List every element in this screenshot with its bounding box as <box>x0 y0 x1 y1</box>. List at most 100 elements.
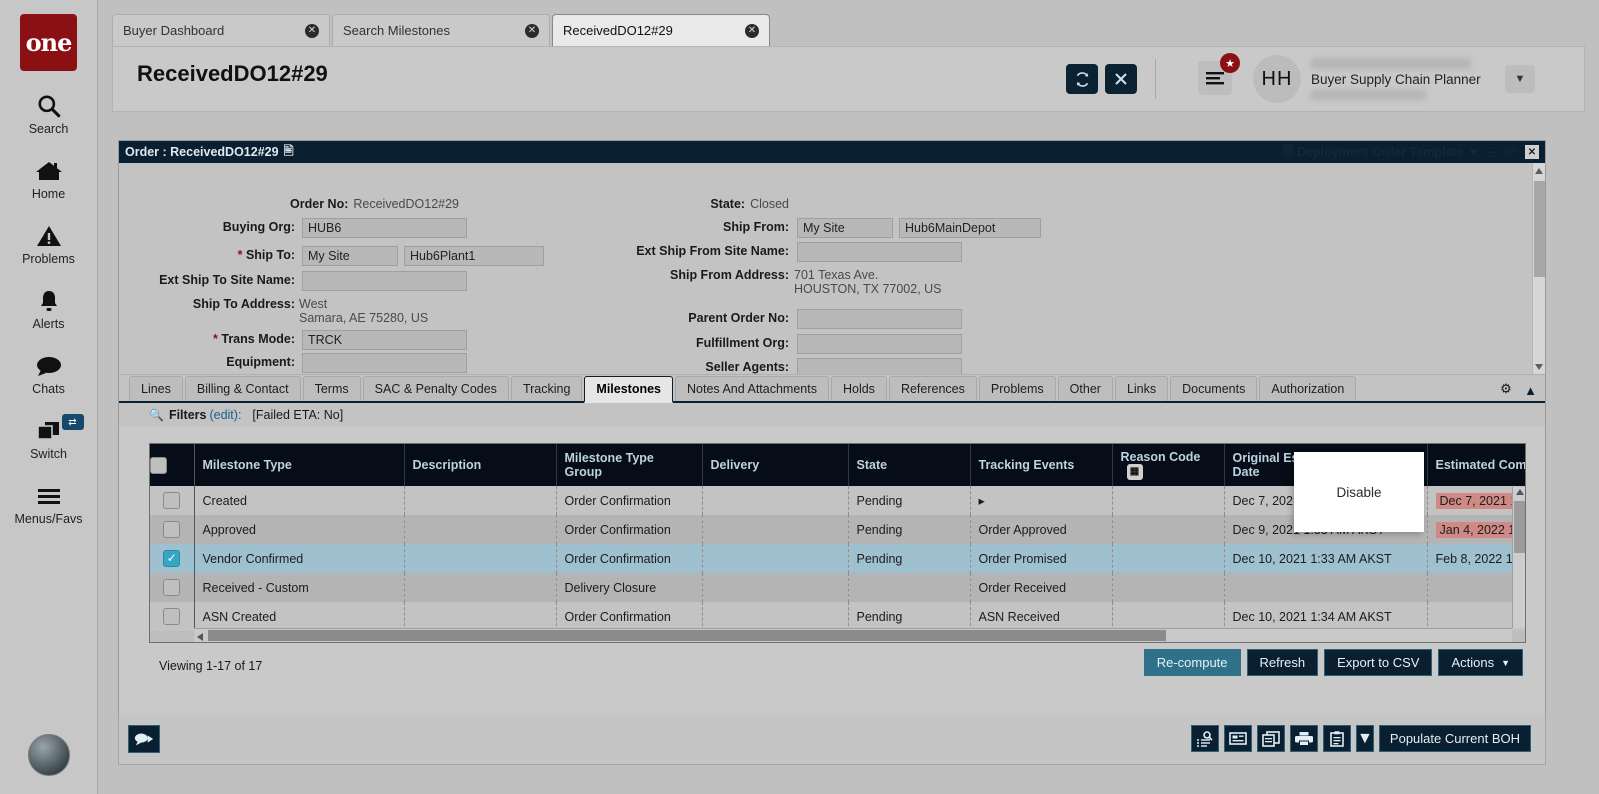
tab-milestones[interactable]: Milestones <box>584 376 673 403</box>
scroll-thumb[interactable] <box>1514 501 1525 553</box>
cell-milestone-type[interactable]: Approved <box>194 515 404 544</box>
scroll-left-icon[interactable] <box>197 633 203 641</box>
tab-references[interactable]: References <box>889 376 977 401</box>
export-to-csv-button[interactable]: Export to CSV <box>1324 649 1432 676</box>
browser-tab-receiveddo12-29[interactable]: ReceivedDO12#29 ✕ <box>552 14 770 46</box>
template-selector[interactable]: 🗎 Deployment Order Template ▼ <box>1283 142 1480 163</box>
tab-links[interactable]: Links <box>1115 376 1168 401</box>
ship-from-name-input[interactable]: Hub6MainDepot <box>899 218 1041 238</box>
user-menu-chevron-down-icon[interactable]: ▼ <box>1505 65 1535 93</box>
sidebar-item-switch[interactable]: ⇄ Switch <box>0 416 98 461</box>
col-milestone-type-group[interactable]: Milestone Type Group <box>556 444 702 486</box>
grid-horizontal-scrollbar[interactable] <box>194 628 1512 642</box>
cell-milestone-type[interactable]: Created <box>194 486 404 515</box>
hierarchy-icon[interactable]: ☷ <box>1486 145 1497 160</box>
tab-tracking[interactable]: Tracking <box>511 376 582 401</box>
sidebar-item-chats[interactable]: Chats <box>0 351 98 396</box>
trans-mode-input[interactable]: TRCK <box>302 330 467 350</box>
refresh-button[interactable]: Refresh <box>1247 649 1319 676</box>
re-compute-button[interactable]: Re-compute <box>1144 649 1241 676</box>
sidebar-item-alerts[interactable]: Alerts <box>0 286 98 331</box>
notes-icon[interactable] <box>1224 725 1252 752</box>
browser-tab-search-milestones[interactable]: Search Milestones ✕ <box>332 14 550 46</box>
eye-icon[interactable]: 👁 <box>1503 145 1519 160</box>
ship-to-site-input[interactable]: My Site <box>302 246 398 266</box>
filters-edit-link[interactable]: (edit): <box>209 408 241 422</box>
close-button[interactable] <box>1105 64 1137 94</box>
row-checkbox[interactable] <box>163 579 180 596</box>
audit-log-icon[interactable] <box>1191 725 1219 752</box>
tab-lines[interactable]: Lines <box>129 376 183 401</box>
scroll-thumb[interactable] <box>1534 181 1545 277</box>
row-select-cell[interactable] <box>150 573 194 602</box>
tab-notes-and-attachments[interactable]: Notes And Attachments <box>675 376 829 401</box>
user-block[interactable]: HH Buyer Supply Chain Planner <box>1253 55 1501 103</box>
tab-documents[interactable]: Documents <box>1170 376 1257 401</box>
panel-title-doc-icon[interactable]: 🖹 <box>284 142 294 163</box>
app-logo[interactable]: one <box>20 14 77 71</box>
cell-milestone-type[interactable]: Received - Custom <box>194 573 404 602</box>
scroll-up-icon[interactable] <box>1516 489 1524 495</box>
clipboard-icon[interactable] <box>1323 725 1351 752</box>
user-avatar-bottom[interactable] <box>28 734 70 776</box>
ext-ship-from-site-name-input[interactable] <box>797 242 962 262</box>
cell-milestone-type[interactable]: ASN Created <box>194 602 404 631</box>
row-checkbox[interactable] <box>163 492 180 509</box>
clipboard-dropdown-caret-icon[interactable]: ▼ <box>1356 725 1374 752</box>
sidebar-item-menus-favs[interactable]: Menus/Favs <box>0 481 98 526</box>
menu-button[interactable]: ★ <box>1198 61 1232 95</box>
sidebar-item-problems[interactable]: Problems <box>0 221 98 266</box>
panel-close-button[interactable]: ✕ <box>1525 145 1539 159</box>
col-milestone-type[interactable]: Milestone Type <box>194 444 404 486</box>
browser-tab-buyer-dashboard[interactable]: Buyer Dashboard ✕ <box>112 14 330 46</box>
seller-agents-input[interactable] <box>797 358 962 375</box>
calendar-icon[interactable]: ▦ <box>1127 464 1143 480</box>
collapse-icon[interactable]: ▲ <box>1524 383 1537 398</box>
sidebar-item-home[interactable]: Home <box>0 156 98 201</box>
buying-org-input[interactable]: HUB6 <box>302 218 467 238</box>
scroll-up-icon[interactable] <box>1535 168 1543 174</box>
copy-icon[interactable] <box>1257 725 1285 752</box>
tab-sac-penalty-codes[interactable]: SAC & Penalty Codes <box>363 376 509 401</box>
select-all-header[interactable] <box>150 444 194 486</box>
disable-menu-item[interactable]: Disable <box>1294 452 1424 532</box>
tab-other[interactable]: Other <box>1058 376 1113 401</box>
tab-terms[interactable]: Terms <box>303 376 361 401</box>
gear-icon[interactable]: ⚙ <box>1497 380 1515 398</box>
col-delivery[interactable]: Delivery <box>702 444 848 486</box>
close-icon[interactable]: ✕ <box>305 24 319 38</box>
tab-billing-contact[interactable]: Billing & Contact <box>185 376 301 401</box>
tab-holds[interactable]: Holds <box>831 376 887 401</box>
form-scrollbar[interactable] <box>1532 163 1545 375</box>
select-all-checkbox[interactable] <box>150 457 167 474</box>
tab-problems[interactable]: Problems <box>979 376 1056 401</box>
actions-button[interactable]: Actions ▼ <box>1438 649 1523 676</box>
tab-authorization[interactable]: Authorization <box>1259 376 1356 401</box>
grid-vertical-scrollbar[interactable] <box>1512 487 1525 628</box>
ship-to-name-input[interactable]: Hub6Plant1 <box>404 246 544 266</box>
col-state[interactable]: State <box>848 444 970 486</box>
switch-badge[interactable]: ⇄ <box>62 414 84 430</box>
row-checkbox[interactable] <box>163 521 180 538</box>
row-select-cell[interactable] <box>150 602 194 631</box>
sidebar-item-search[interactable]: Search <box>0 91 98 136</box>
table-row[interactable]: ✓ Vendor Confirmed Order Confirmation Pe… <box>150 544 1526 573</box>
equipment-input[interactable] <box>302 353 467 373</box>
fulfillment-org-input[interactable] <box>797 334 962 354</box>
row-select-cell[interactable]: ✓ <box>150 544 194 573</box>
ship-from-site-input[interactable]: My Site <box>797 218 893 238</box>
ext-ship-to-site-name-input[interactable] <box>302 271 467 291</box>
col-tracking-events[interactable]: Tracking Events <box>970 444 1112 486</box>
print-icon[interactable] <box>1290 725 1318 752</box>
row-checkbox[interactable] <box>163 608 180 625</box>
refresh-button[interactable] <box>1066 64 1098 94</box>
col-reason-code[interactable]: Reason Code ▦ <box>1112 444 1224 486</box>
chat-play-icon[interactable] <box>128 725 160 753</box>
scroll-thumb[interactable] <box>208 630 1166 641</box>
row-select-cell[interactable] <box>150 486 194 515</box>
table-row[interactable]: ASN Created Order Confirmation Pending A… <box>150 602 1526 631</box>
row-select-cell[interactable] <box>150 515 194 544</box>
col-description[interactable]: Description <box>404 444 556 486</box>
table-row[interactable]: Received - Custom Delivery Closure Order… <box>150 573 1526 602</box>
close-icon[interactable]: ✕ <box>525 24 539 38</box>
